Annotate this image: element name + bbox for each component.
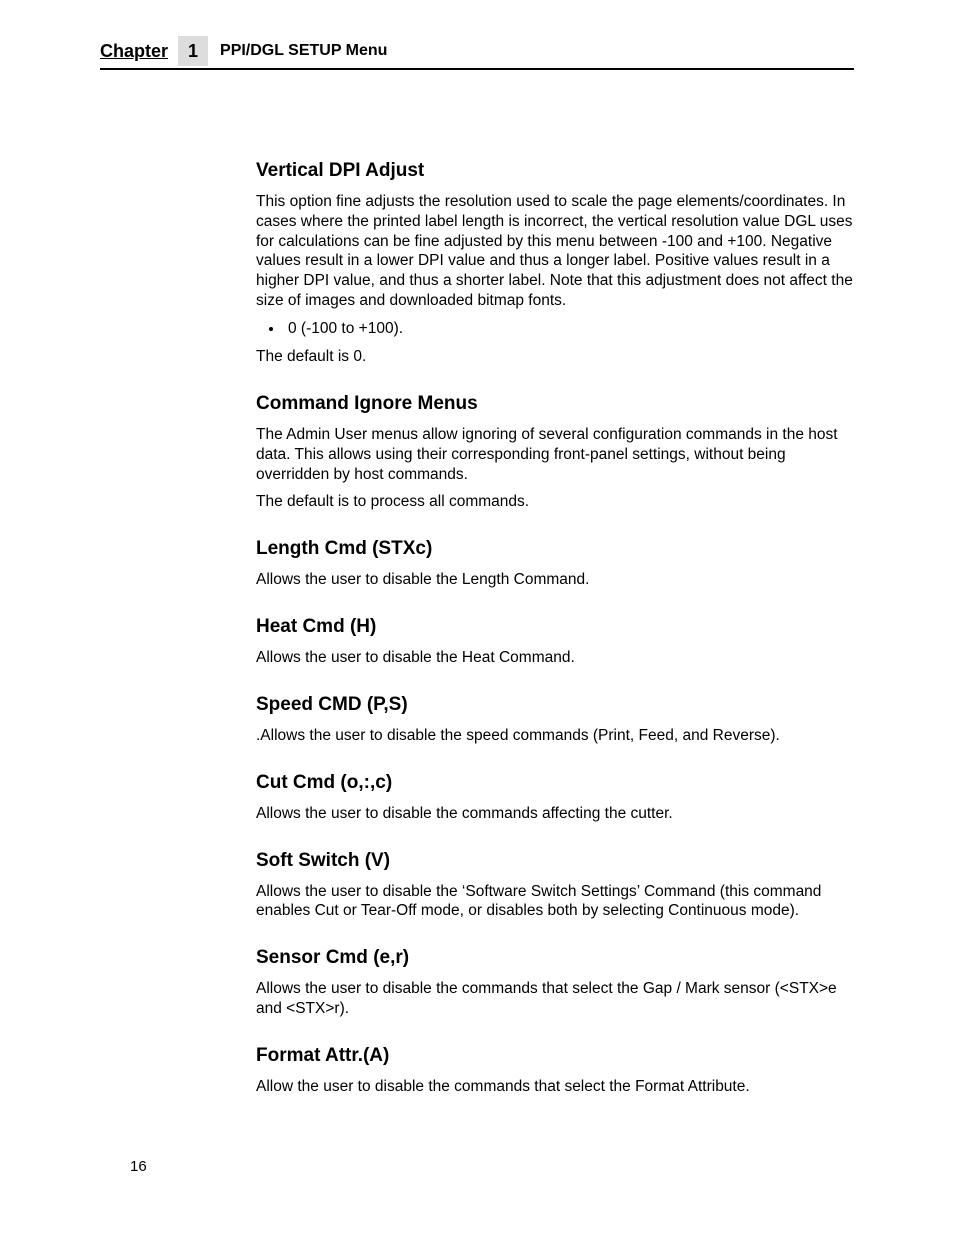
section-format-attr: Format Attr.(A) Allow the user to disabl… (256, 1045, 854, 1097)
section-heading: Heat Cmd (H) (256, 616, 854, 638)
section-body: Allows the user to disable the commands … (256, 804, 854, 824)
section-heading: Cut Cmd (o,:,c) (256, 772, 854, 794)
section-body: Allows the user to disable the commands … (256, 979, 854, 1019)
section-body: The Admin User menus allow ignoring of s… (256, 425, 854, 484)
section-bullet-list: 0 (-100 to +100). (256, 319, 854, 339)
section-body: Allow the user to disable the commands t… (256, 1077, 854, 1097)
menu-title: PPI/DGL SETUP Menu (220, 42, 387, 60)
document-page: Chapter 1 PPI/DGL SETUP Menu Vertical DP… (0, 0, 954, 1235)
section-speed-cmd: Speed CMD (P,S) .Allows the user to disa… (256, 694, 854, 746)
section-soft-switch: Soft Switch (V) Allows the user to disab… (256, 850, 854, 922)
section-default: The default is 0. (256, 347, 854, 367)
chapter-number: 1 (178, 36, 208, 66)
section-body: This option fine adjusts the resolution … (256, 192, 854, 311)
section-body: .Allows the user to disable the speed co… (256, 726, 854, 746)
section-heading: Command Ignore Menus (256, 393, 854, 415)
section-body: Allows the user to disable the Heat Comm… (256, 648, 854, 668)
section-cut-cmd: Cut Cmd (o,:,c) Allows the user to disab… (256, 772, 854, 824)
section-heading: Vertical DPI Adjust (256, 160, 854, 182)
bullet-item: 0 (-100 to +100). (284, 319, 854, 339)
page-header: Chapter 1 PPI/DGL SETUP Menu (100, 36, 854, 70)
section-heat-cmd: Heat Cmd (H) Allows the user to disable … (256, 616, 854, 668)
section-length-cmd: Length Cmd (STXc) Allows the user to dis… (256, 538, 854, 590)
section-sensor-cmd: Sensor Cmd (e,r) Allows the user to disa… (256, 947, 854, 1019)
page-content: Vertical DPI Adjust This option fine adj… (256, 70, 854, 1097)
section-heading: Sensor Cmd (e,r) (256, 947, 854, 969)
section-command-ignore-menus: Command Ignore Menus The Admin User menu… (256, 393, 854, 512)
chapter-label: Chapter (100, 41, 168, 62)
section-heading: Speed CMD (P,S) (256, 694, 854, 716)
section-default: The default is to process all commands. (256, 492, 854, 512)
section-vertical-dpi-adjust: Vertical DPI Adjust This option fine adj… (256, 160, 854, 367)
section-body: Allows the user to disable the ‘Software… (256, 882, 854, 922)
section-heading: Format Attr.(A) (256, 1045, 854, 1067)
section-heading: Soft Switch (V) (256, 850, 854, 872)
section-body: Allows the user to disable the Length Co… (256, 570, 854, 590)
page-number: 16 (130, 1158, 147, 1175)
section-heading: Length Cmd (STXc) (256, 538, 854, 560)
